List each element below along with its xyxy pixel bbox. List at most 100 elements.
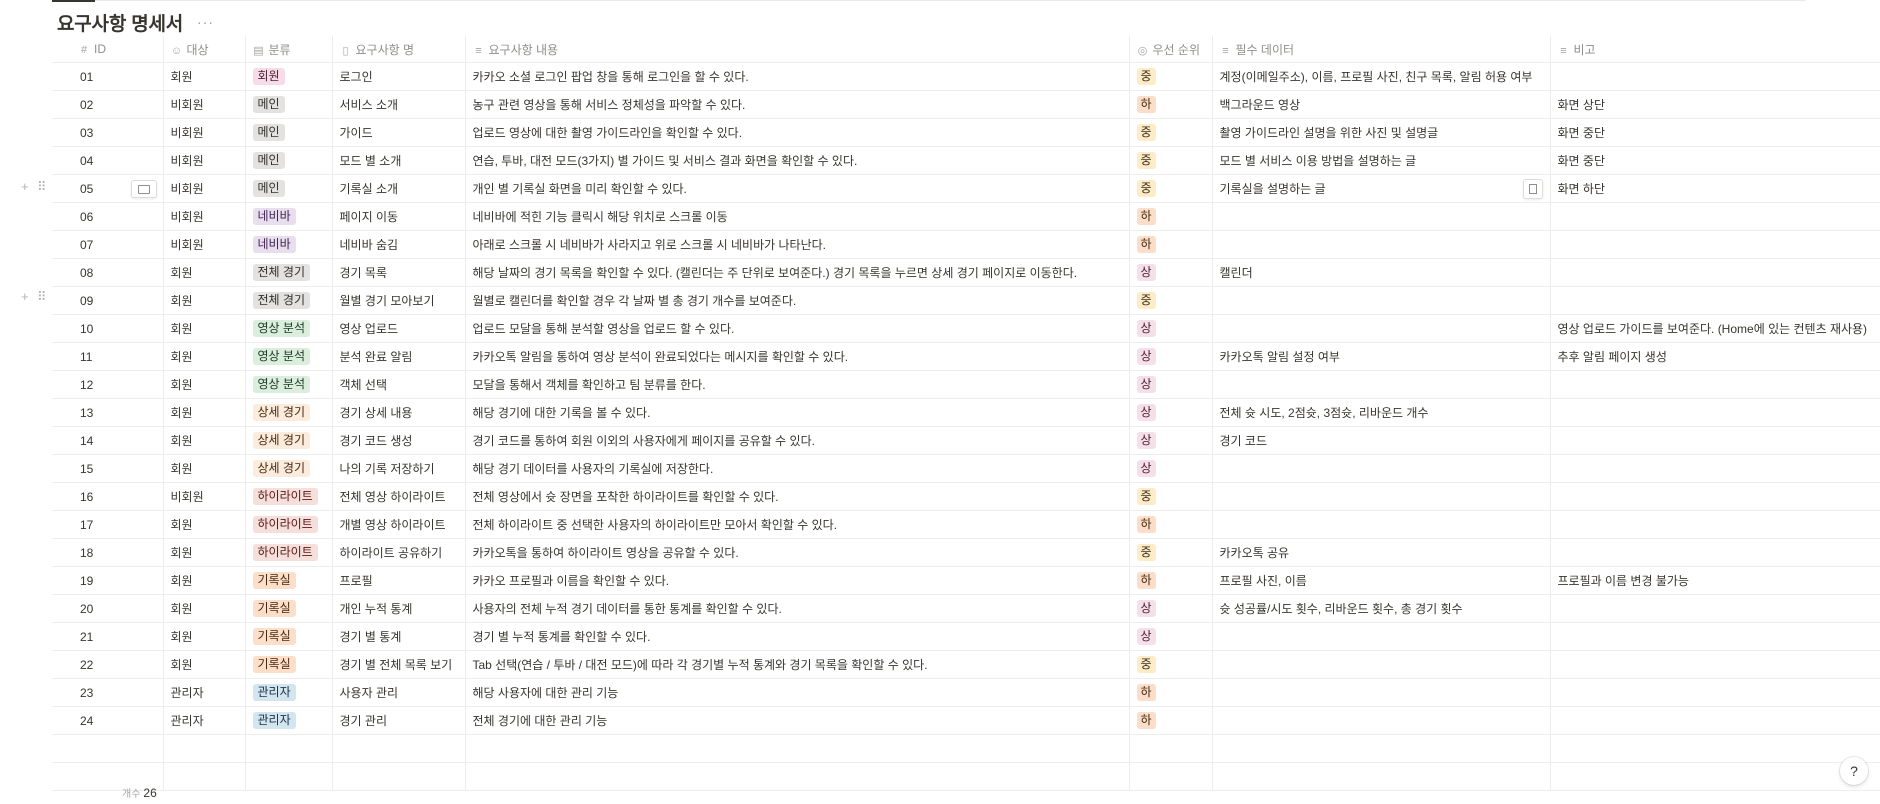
drag-handle-icon[interactable]: ⠿ bbox=[37, 179, 47, 195]
required-data-cell[interactable] bbox=[1212, 370, 1551, 399]
priority-cell[interactable]: 중 bbox=[1129, 482, 1213, 511]
category-cell[interactable]: 관리자 bbox=[245, 678, 333, 707]
target-cell[interactable]: 회원 bbox=[163, 370, 246, 399]
requirement-content-cell[interactable]: 전체 영상에서 슛 장면을 포착한 하이라이트를 확인할 수 있다. bbox=[465, 482, 1130, 511]
target-cell[interactable]: 회원 bbox=[163, 62, 246, 91]
priority-cell[interactable]: 상 bbox=[1129, 398, 1213, 427]
requirement-name-cell[interactable]: 페이지 이동 bbox=[332, 202, 466, 231]
target-cell[interactable]: 회원 bbox=[163, 650, 246, 679]
category-cell[interactable]: 메인 bbox=[245, 118, 333, 147]
required-data-cell[interactable]: 계정(이메일주소), 이름, 프로필 사진, 친구 목록, 알림 허용 여부 bbox=[1212, 62, 1551, 91]
target-cell[interactable]: 회원 bbox=[163, 426, 246, 455]
priority-cell[interactable]: 하 bbox=[1129, 678, 1213, 707]
category-cell[interactable]: 메인 bbox=[245, 174, 333, 203]
category-cell[interactable]: 하이라이트 bbox=[245, 538, 333, 567]
empty-cell[interactable] bbox=[245, 734, 333, 763]
priority-cell[interactable]: 상 bbox=[1129, 622, 1213, 651]
note-cell[interactable]: 추후 알림 페이지 생성 bbox=[1550, 342, 1880, 371]
note-cell[interactable] bbox=[1550, 370, 1880, 399]
category-cell[interactable]: 기록실 bbox=[245, 594, 333, 623]
id-cell[interactable]: 20 bbox=[52, 594, 164, 623]
column-header-priority[interactable]: ◎ 우선 순위 bbox=[1129, 36, 1213, 63]
column-header-id[interactable]: # ID bbox=[52, 36, 164, 63]
category-cell[interactable]: 영상 분석 bbox=[245, 314, 333, 343]
note-cell[interactable]: 화면 중단 bbox=[1550, 118, 1880, 147]
requirement-name-cell[interactable]: 경기 관리 bbox=[332, 706, 466, 735]
note-cell[interactable] bbox=[1550, 202, 1880, 231]
required-data-cell[interactable]: 전체 슛 시도, 2점슛, 3점슛, 리바운드 개수 bbox=[1212, 398, 1551, 427]
target-cell[interactable]: 비회원 bbox=[163, 482, 246, 511]
priority-cell[interactable]: 중 bbox=[1129, 174, 1213, 203]
required-data-cell[interactable] bbox=[1212, 202, 1551, 231]
priority-cell[interactable]: 상 bbox=[1129, 258, 1213, 287]
note-cell[interactable]: 영상 업로드 가이드를 보여준다. (Home에 있는 컨텐츠 재사용) bbox=[1550, 314, 1880, 343]
more-options-icon[interactable]: ··· bbox=[197, 14, 214, 30]
note-cell[interactable]: 화면 중단 bbox=[1550, 146, 1880, 175]
requirement-content-cell[interactable]: 사용자의 전체 누적 경기 데이터를 통한 통계를 확인할 수 있다. bbox=[465, 594, 1130, 623]
priority-cell[interactable]: 상 bbox=[1129, 454, 1213, 483]
requirement-name-cell[interactable]: 가이드 bbox=[332, 118, 466, 147]
id-cell[interactable]: 03 bbox=[52, 118, 164, 147]
target-cell[interactable]: 회원 bbox=[163, 622, 246, 651]
add-row-icon[interactable]: + bbox=[21, 179, 29, 194]
column-header-category[interactable]: ▤ 분류 bbox=[245, 36, 333, 63]
note-cell[interactable] bbox=[1550, 510, 1880, 539]
note-cell[interactable] bbox=[1550, 426, 1880, 455]
category-cell[interactable]: 기록실 bbox=[245, 566, 333, 595]
requirement-content-cell[interactable]: 경기 코드를 통하여 회원 이외의 사용자에게 페이지를 공유할 수 있다. bbox=[465, 426, 1130, 455]
category-cell[interactable]: 하이라이트 bbox=[245, 510, 333, 539]
priority-cell[interactable]: 하 bbox=[1129, 90, 1213, 119]
requirement-name-cell[interactable]: 경기 상세 내용 bbox=[332, 398, 466, 427]
category-cell[interactable]: 네비바 bbox=[245, 202, 333, 231]
target-cell[interactable]: 회원 bbox=[163, 454, 246, 483]
category-cell[interactable]: 상세 경기 bbox=[245, 454, 333, 483]
id-cell[interactable]: 18 bbox=[52, 538, 164, 567]
requirement-content-cell[interactable]: 네비바에 적힌 기능 클릭시 해당 위치로 스크롤 이동 bbox=[465, 202, 1130, 231]
empty-cell[interactable] bbox=[52, 734, 164, 763]
empty-cell[interactable] bbox=[332, 762, 466, 791]
drag-handle-icon[interactable]: ⠿ bbox=[37, 289, 47, 305]
requirement-name-cell[interactable]: 영상 업로드 bbox=[332, 314, 466, 343]
requirement-name-cell[interactable]: 경기 코드 생성 bbox=[332, 426, 466, 455]
empty-cell[interactable] bbox=[245, 762, 333, 791]
requirement-content-cell[interactable]: 월별로 캘린더를 확인할 경우 각 날짜 별 총 경기 개수를 보여준다. bbox=[465, 286, 1130, 315]
requirement-name-cell[interactable]: 나의 기록 저장하기 bbox=[332, 454, 466, 483]
target-cell[interactable]: 회원 bbox=[163, 342, 246, 371]
note-cell[interactable] bbox=[1550, 538, 1880, 567]
requirement-content-cell[interactable]: 해당 경기에 대한 기록을 볼 수 있다. bbox=[465, 398, 1130, 427]
note-cell[interactable] bbox=[1550, 454, 1880, 483]
priority-cell[interactable]: 중 bbox=[1129, 62, 1213, 91]
requirement-name-cell[interactable]: 개인 누적 통계 bbox=[332, 594, 466, 623]
category-cell[interactable]: 네비바 bbox=[245, 230, 333, 259]
empty-cell[interactable] bbox=[1129, 734, 1213, 763]
category-cell[interactable]: 하이라이트 bbox=[245, 482, 333, 511]
note-cell[interactable] bbox=[1550, 622, 1880, 651]
requirement-content-cell[interactable]: 해당 사용자에 대한 관리 기능 bbox=[465, 678, 1130, 707]
requirement-content-cell[interactable]: 해당 경기 데이터를 사용자의 기록실에 저장한다. bbox=[465, 454, 1130, 483]
category-cell[interactable]: 메인 bbox=[245, 146, 333, 175]
target-cell[interactable]: 비회원 bbox=[163, 146, 246, 175]
help-button[interactable]: ? bbox=[1840, 757, 1868, 785]
empty-cell[interactable] bbox=[1550, 762, 1880, 791]
requirement-content-cell[interactable]: 개인 별 기록실 화면을 미리 확인할 수 있다. bbox=[465, 174, 1130, 203]
required-data-cell[interactable] bbox=[1212, 482, 1551, 511]
id-cell[interactable]: 24 bbox=[52, 706, 164, 735]
note-cell[interactable] bbox=[1550, 706, 1880, 735]
category-cell[interactable]: 전체 경기 bbox=[245, 286, 333, 315]
category-cell[interactable]: 영상 분석 bbox=[245, 342, 333, 371]
required-data-cell[interactable] bbox=[1212, 230, 1551, 259]
note-cell[interactable] bbox=[1550, 398, 1880, 427]
database-title[interactable]: 요구사항 명세서 bbox=[57, 9, 183, 36]
column-header-content[interactable]: ≡ 요구사항 내용 bbox=[465, 36, 1130, 63]
required-data-cell[interactable] bbox=[1212, 314, 1551, 343]
priority-cell[interactable]: 하 bbox=[1129, 566, 1213, 595]
priority-cell[interactable]: 상 bbox=[1129, 594, 1213, 623]
requirement-name-cell[interactable]: 서비스 소개 bbox=[332, 90, 466, 119]
requirement-name-cell[interactable]: 객체 선택 bbox=[332, 370, 466, 399]
priority-cell[interactable]: 중 bbox=[1129, 538, 1213, 567]
requirement-name-cell[interactable]: 경기 별 전체 목록 보기 bbox=[332, 650, 466, 679]
category-cell[interactable]: 상세 경기 bbox=[245, 426, 333, 455]
id-cell[interactable]: 02 bbox=[52, 90, 164, 119]
priority-cell[interactable]: 하 bbox=[1129, 230, 1213, 259]
requirement-name-cell[interactable]: 개별 영상 하이라이트 bbox=[332, 510, 466, 539]
